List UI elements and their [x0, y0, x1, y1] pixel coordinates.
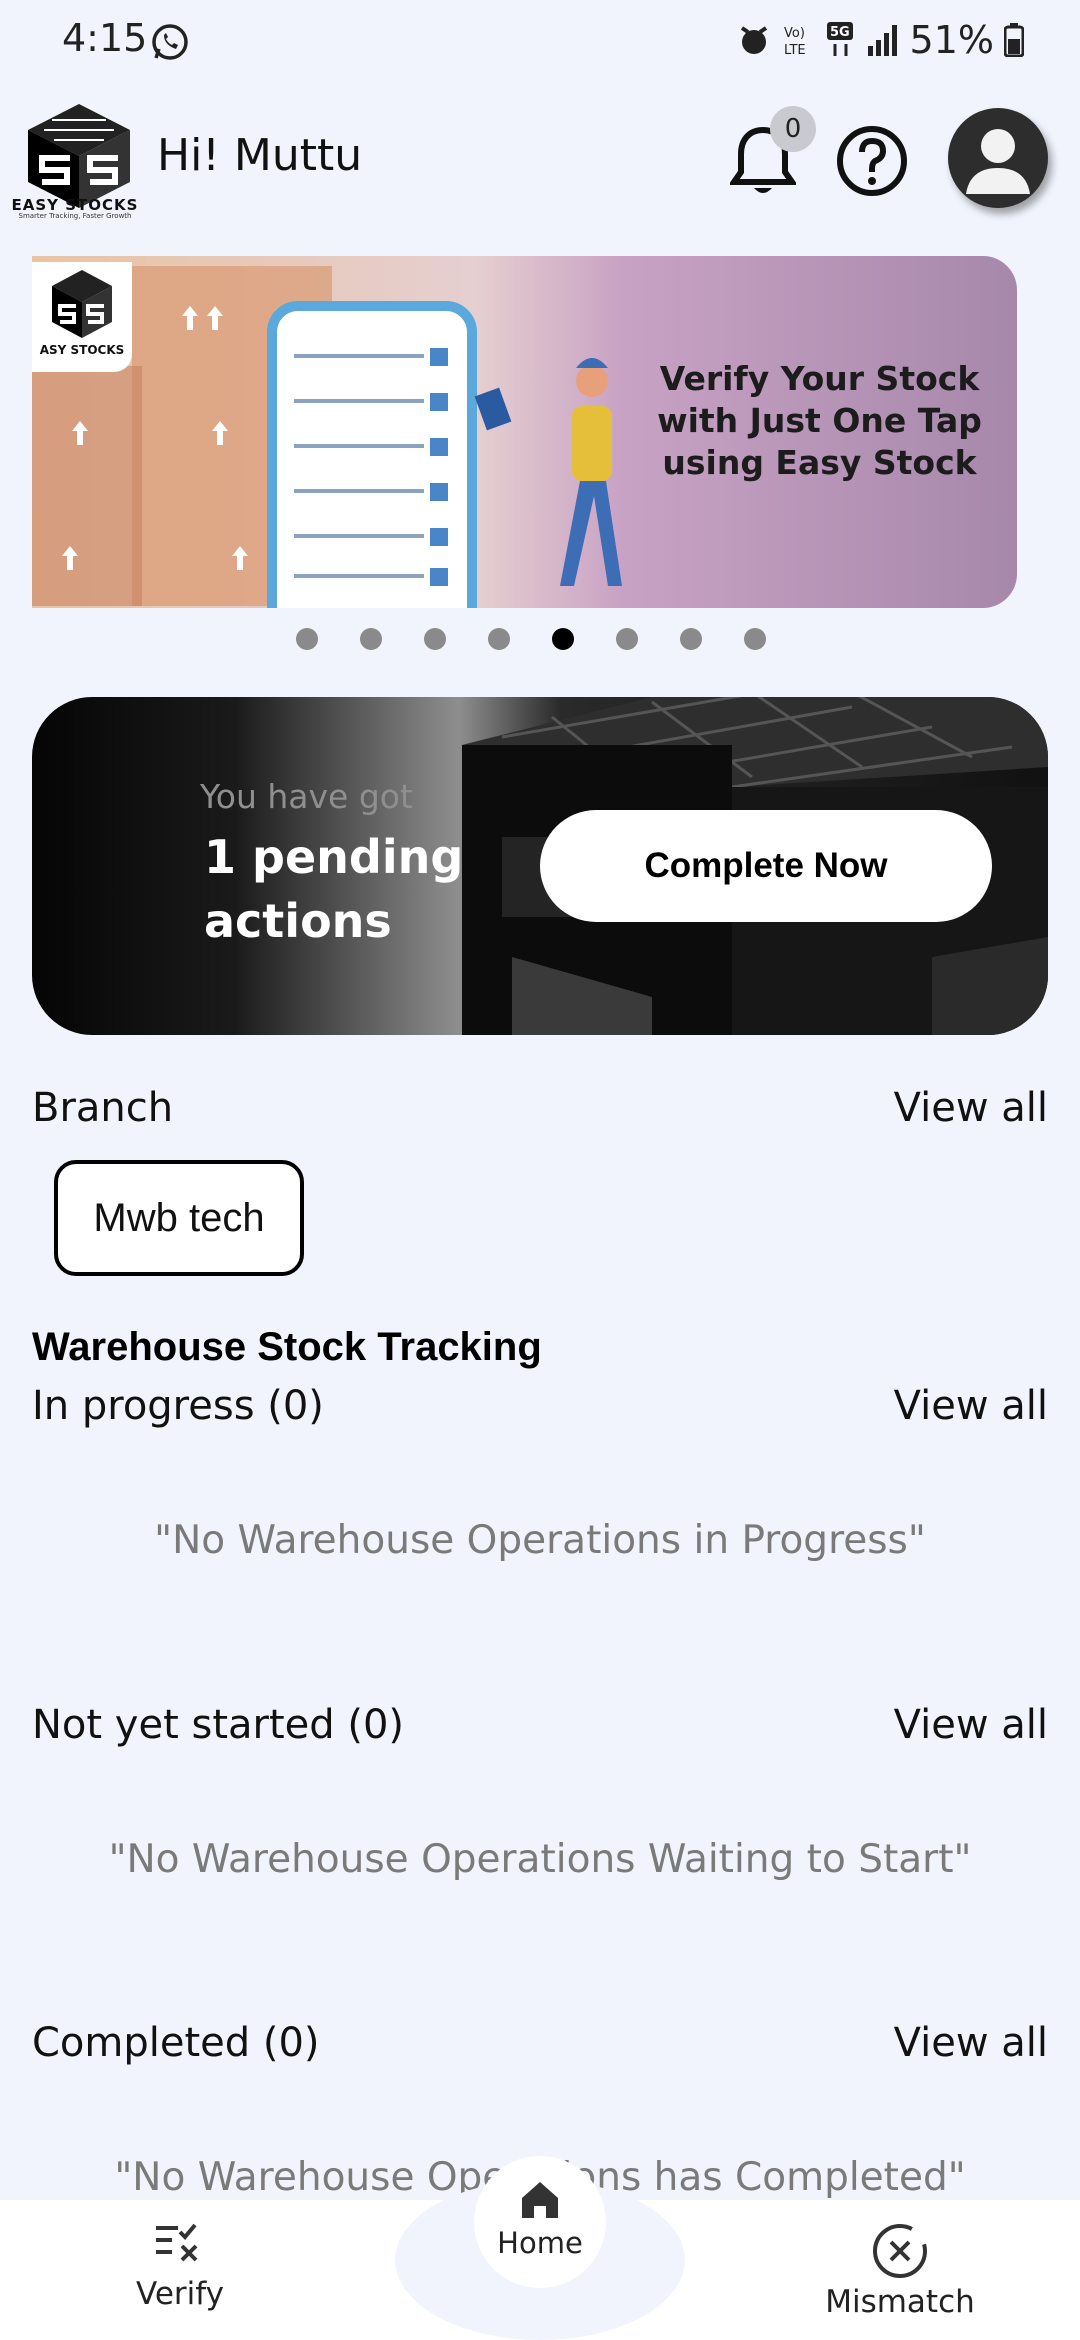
warehouse-section-title: Warehouse Stock Tracking [32, 1325, 542, 1369]
pending-headline: 1 pending actions [204, 830, 464, 948]
alarm-icon [740, 26, 767, 54]
complete-now-button[interactable]: Complete Now [540, 810, 992, 922]
volte-icon: Vo) LTE [784, 26, 806, 58]
app-header: EASY STOCKS Smarter Tracking, Faster Gro… [0, 84, 1080, 224]
battery-icon [1004, 23, 1024, 57]
status-time: 4:15 [62, 16, 148, 60]
user-icon [966, 129, 1030, 194]
in-progress-header: In progress (0) View all [32, 1383, 1048, 1443]
nav-home[interactable]: Home [474, 2156, 606, 2288]
svg-text:Vo): Vo) [784, 26, 805, 41]
mismatch-x-circle-icon [873, 2224, 927, 2278]
carousel-dot[interactable] [360, 628, 382, 650]
banner-text: Verify Your Stock with Just One Tap usin… [657, 359, 982, 482]
carousel-dot[interactable] [488, 628, 510, 650]
nav-verify[interactable]: Verify [80, 2222, 280, 2312]
not-started-view-all-link[interactable]: View all [894, 1702, 1048, 1748]
nav-home-label: Home [497, 2226, 583, 2260]
completed-label: Completed (0) [32, 2020, 320, 2066]
carousel-indicators [0, 628, 1080, 650]
in-progress-view-all-link[interactable]: View all [894, 1383, 1048, 1429]
5g-icon: 5G [826, 22, 853, 56]
svg-text:LTE: LTE [784, 43, 806, 58]
pending-subtitle: You have got [200, 777, 413, 816]
notification-badge: 0 [770, 106, 816, 152]
branch-header: Branch View all [32, 1085, 1048, 1145]
nav-mismatch[interactable]: Mismatch [800, 2222, 1000, 2320]
profile-avatar[interactable] [948, 108, 1048, 208]
not-started-empty-message: "No Warehouse Operations Waiting to Star… [108, 1837, 972, 1882]
status-bar: 4:15 Vo) LTE 5G 51% [0, 0, 1080, 84]
svg-text:5G: 5G [830, 25, 850, 40]
svg-text:ASY STOCKS: ASY STOCKS [40, 343, 125, 357]
nav-mismatch-label: Mismatch [825, 2284, 975, 2320]
carousel-dot[interactable] [296, 628, 318, 650]
carousel-dot[interactable] [744, 628, 766, 650]
battery-percent: 51% [909, 18, 994, 62]
not-started-label: Not yet started (0) [32, 1702, 405, 1748]
carousel-dot[interactable] [616, 628, 638, 650]
carousel-dot[interactable] [680, 628, 702, 650]
not-started-header: Not yet started (0) View all [32, 1702, 1048, 1762]
promo-carousel-slide[interactable]: ASY STOCKS Verify Your Stock with Just O… [32, 256, 1017, 608]
greeting-text: Hi! Muttu [157, 130, 363, 181]
help-icon[interactable] [835, 124, 909, 198]
nav-verify-label: Verify [136, 2276, 224, 2312]
logo-tagline: Smarter Tracking, Faster Growth [18, 212, 132, 220]
completed-view-all-link[interactable]: View all [894, 2020, 1048, 2066]
home-icon [522, 2182, 558, 2218]
branch-chip[interactable]: Mwb tech [54, 1160, 304, 1276]
banner-logo: ASY STOCKS [32, 262, 132, 372]
banner-logo-mark: ASY STOCKS [40, 270, 125, 357]
pending-actions-card: You have got 1 pending actions Complete … [32, 697, 1048, 1035]
whatsapp-icon [152, 24, 188, 60]
in-progress-label: In progress (0) [32, 1383, 324, 1429]
completed-header: Completed (0) View all [32, 2020, 1048, 2080]
verify-checklist-icon [156, 2223, 198, 2262]
carousel-dot[interactable] [424, 628, 446, 650]
signal-icon [867, 25, 897, 56]
branch-label: Branch [32, 1085, 174, 1131]
carousel-dot-active[interactable] [552, 628, 574, 650]
in-progress-empty-message: "No Warehouse Operations in Progress" [154, 1518, 926, 1563]
status-icons: Vo) LTE 5G 51% [736, 18, 1024, 62]
branch-view-all-link[interactable]: View all [894, 1085, 1048, 1131]
